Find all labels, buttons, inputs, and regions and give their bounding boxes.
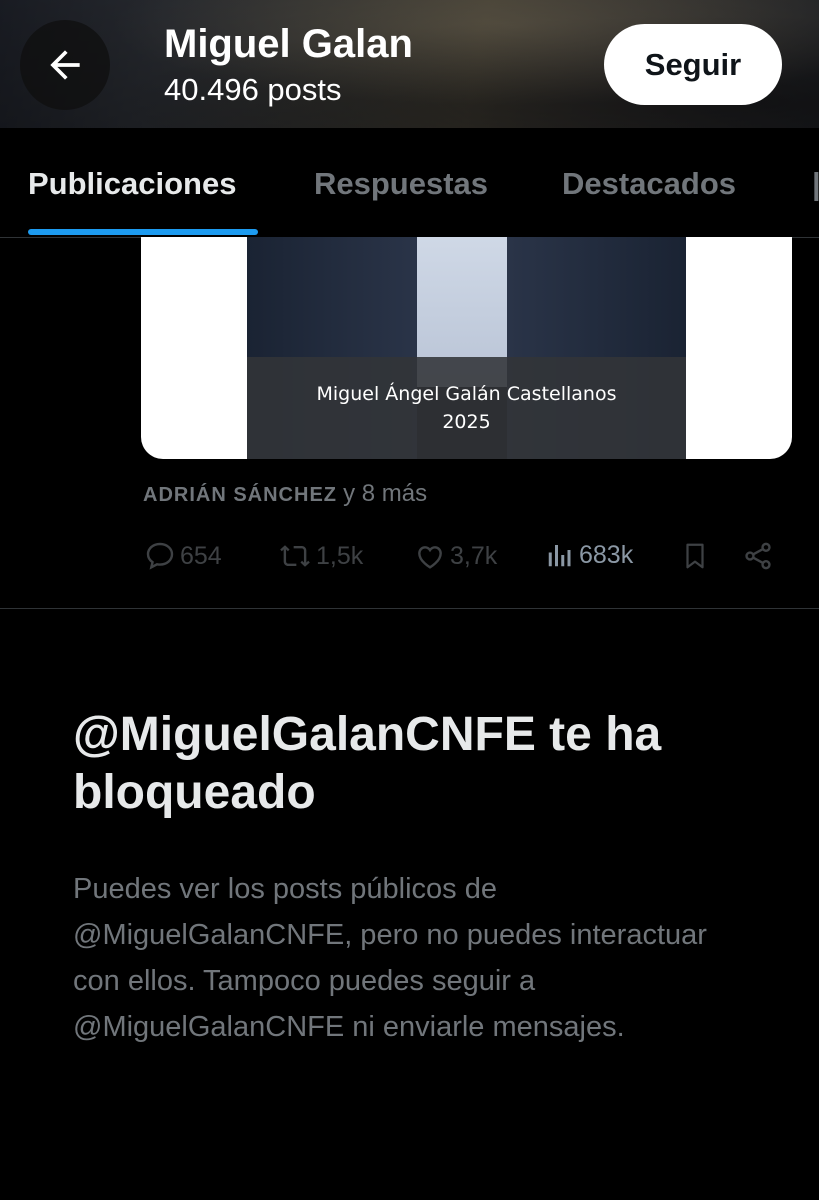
views-button[interactable]: 683k [545, 540, 633, 570]
reply-button[interactable]: 654 [144, 540, 222, 572]
heart-icon [418, 546, 442, 569]
bookmark-icon [686, 543, 704, 569]
profile-tabs: Publicaciones Respuestas Destacados | [0, 128, 819, 238]
like-button[interactable]: 3,7k [414, 540, 497, 572]
share-icon [745, 542, 771, 570]
post-media[interactable]: Miguel Ángel Galán Castellanos 2025 [141, 237, 792, 459]
reply-icon [146, 542, 174, 570]
tab-publicaciones[interactable]: Publicaciones [28, 166, 236, 202]
photo-caption: Miguel Ángel Galán Castellanos 2025 [247, 357, 686, 459]
views-bar-chart-icon [548, 545, 571, 567]
reply-count: 654 [180, 541, 222, 570]
blocked-notice-title: @MiguelGalanCNFE te ha bloqueado [73, 708, 662, 819]
post-photo: Miguel Ángel Galán Castellanos 2025 [247, 237, 686, 459]
profile-name: Miguel Galan [164, 22, 413, 66]
photo-caption-line2: 2025 [442, 411, 491, 433]
photo-caption-line1: Miguel Ángel Galán Castellanos [316, 383, 617, 405]
follow-button[interactable]: Seguir [604, 24, 782, 105]
social-context-names: ADRIÁN SÁNCHEZ [143, 484, 337, 506]
blocked-notice-body: Puedes ver los posts públicos de @Miguel… [73, 873, 707, 1043]
post-divider [0, 608, 819, 609]
tab-destacados[interactable]: Destacados [562, 166, 736, 202]
social-context-more: y 8 más [343, 480, 428, 507]
bookmark-button[interactable] [680, 540, 710, 572]
repost-count: 1,5k [316, 541, 364, 570]
social-context[interactable]: ADRIÁN SÁNCHEZ y 8 más [143, 480, 427, 508]
active-tab-indicator [28, 229, 258, 235]
share-button[interactable] [742, 540, 774, 572]
views-count: 683k [579, 540, 634, 569]
back-button[interactable] [20, 20, 110, 110]
tab-overflow[interactable]: | [812, 166, 819, 202]
header-title-block: Miguel Galan 40.496 posts [164, 18, 413, 110]
like-count: 3,7k [450, 541, 498, 570]
repost-button[interactable]: 1,5k [278, 540, 363, 572]
posts-count: 40.496 posts [164, 72, 342, 107]
repost-icon [280, 545, 310, 567]
profile-header: Miguel Galan 40.496 posts Seguir [0, 0, 819, 128]
post-action-bar: 654 1,5k 3,7k 683k [0, 532, 819, 588]
tab-respuestas[interactable]: Respuestas [314, 166, 488, 202]
arrow-left-icon [50, 50, 80, 80]
